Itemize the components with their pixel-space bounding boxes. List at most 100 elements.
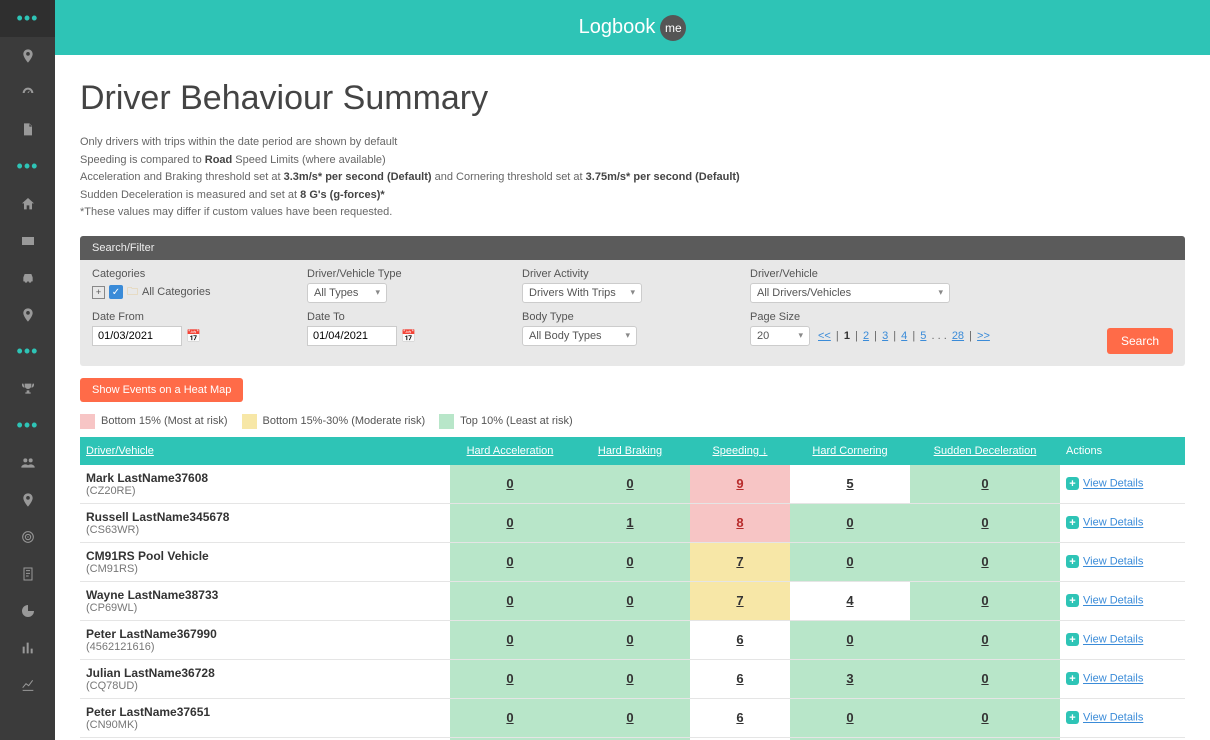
brake-cell[interactable]: 0 xyxy=(570,698,690,737)
plus-icon[interactable]: + xyxy=(1066,711,1079,724)
decel-cell[interactable]: 0 xyxy=(910,581,1060,620)
brake-cell[interactable]: 0 xyxy=(570,581,690,620)
brake-cell[interactable]: 0 xyxy=(570,465,690,504)
col-speed[interactable]: Speeding ↓ xyxy=(712,445,767,457)
accel-cell[interactable]: 0 xyxy=(450,659,570,698)
speed-cell[interactable]: 8 xyxy=(690,503,790,542)
calendar-icon[interactable]: 📅 xyxy=(186,329,201,343)
plus-icon[interactable]: + xyxy=(1066,555,1079,568)
page-3[interactable]: 3 xyxy=(882,330,888,342)
brake-cell[interactable]: 0 xyxy=(570,542,690,581)
sidebar-item-location[interactable] xyxy=(0,37,55,74)
sidebar-item-dashboard[interactable] xyxy=(0,74,55,111)
speed-cell[interactable]: 6 xyxy=(690,659,790,698)
decel-cell[interactable]: 0 xyxy=(910,698,1060,737)
speed-cell[interactable]: 6 xyxy=(690,620,790,659)
corner-cell[interactable]: 5 xyxy=(790,465,910,504)
page-2[interactable]: 2 xyxy=(863,330,869,342)
brake-cell[interactable]: 1 xyxy=(570,503,690,542)
view-details-link[interactable]: View Details xyxy=(1083,712,1143,724)
sidebar-item-more2[interactable]: ••• xyxy=(0,333,55,370)
speed-cell[interactable]: 9 xyxy=(690,465,790,504)
sidebar-item-target[interactable] xyxy=(0,518,55,555)
sidebar-item-vehicle[interactable] xyxy=(0,259,55,296)
col-decel[interactable]: Sudden Deceleration xyxy=(934,445,1037,457)
sidebar-item-pin2[interactable] xyxy=(0,296,55,333)
sidebar-item-users[interactable] xyxy=(0,444,55,481)
speed-cell[interactable]: 7 xyxy=(690,581,790,620)
page-4[interactable]: 4 xyxy=(901,330,907,342)
page-size-select[interactable]: 20 xyxy=(750,326,810,346)
brake-cell[interactable]: 0 xyxy=(570,659,690,698)
view-details-link[interactable]: View Details xyxy=(1083,478,1143,490)
view-details-link[interactable]: View Details xyxy=(1083,595,1143,607)
plus-icon[interactable]: + xyxy=(1066,672,1079,685)
decel-cell[interactable]: 0 xyxy=(910,465,1060,504)
date-to-input[interactable] xyxy=(307,326,397,346)
sidebar-item-home[interactable] xyxy=(0,185,55,222)
corner-cell[interactable]: 0 xyxy=(790,698,910,737)
corner-cell[interactable]: 0 xyxy=(790,542,910,581)
page-first[interactable]: << xyxy=(818,330,831,342)
sidebar-item-pie[interactable] xyxy=(0,592,55,629)
categories-selector[interactable]: + ✓ 🗀 All Categories xyxy=(92,283,307,302)
sidebar-item-trend[interactable] xyxy=(0,666,55,703)
corner-cell[interactable]: 0 xyxy=(790,503,910,542)
sidebar-item-report[interactable] xyxy=(0,555,55,592)
sidebar-item-more3[interactable]: ••• xyxy=(0,407,55,444)
view-details-link[interactable]: View Details xyxy=(1083,673,1143,685)
page-last[interactable]: >> xyxy=(977,330,990,342)
sidebar-item-menu[interactable]: ••• xyxy=(0,0,55,37)
calendar-icon[interactable]: 📅 xyxy=(401,329,416,343)
plus-icon[interactable]: + xyxy=(1066,594,1079,607)
topbar: Logbook me xyxy=(55,0,1210,55)
accel-cell[interactable]: 0 xyxy=(450,698,570,737)
accel-cell[interactable]: 0 xyxy=(450,465,570,504)
search-button[interactable]: Search xyxy=(1107,328,1173,354)
accel-cell[interactable]: 0 xyxy=(450,503,570,542)
body-type-select[interactable]: All Body Types xyxy=(522,326,637,346)
heatmap-button[interactable]: Show Events on a Heat Map xyxy=(80,378,243,402)
page-5[interactable]: 5 xyxy=(920,330,926,342)
decel-cell[interactable]: 0 xyxy=(910,659,1060,698)
col-actions: Actions xyxy=(1060,437,1185,465)
sidebar-item-trophy[interactable] xyxy=(0,370,55,407)
activity-select[interactable]: Drivers With Trips xyxy=(522,283,642,303)
corner-cell[interactable]: 3 xyxy=(790,659,910,698)
sidebar-item-pin3[interactable] xyxy=(0,481,55,518)
col-driver[interactable]: Driver/Vehicle xyxy=(86,445,154,457)
driver-vehicle-select[interactable]: All Drivers/Vehicles xyxy=(750,283,950,303)
view-details-link[interactable]: View Details xyxy=(1083,517,1143,529)
page-1[interactable]: 1 xyxy=(844,330,850,342)
page-last-num[interactable]: 28 xyxy=(952,330,964,342)
actions-cell: + View Details xyxy=(1060,542,1185,581)
speed-cell[interactable]: 6 xyxy=(690,698,790,737)
sidebar-item-more1[interactable]: ••• xyxy=(0,148,55,185)
speed-cell[interactable]: 7 xyxy=(690,542,790,581)
decel-cell[interactable]: 0 xyxy=(910,542,1060,581)
corner-cell[interactable]: 0 xyxy=(790,620,910,659)
col-brake[interactable]: Hard Braking xyxy=(598,445,662,457)
sidebar-item-documents[interactable] xyxy=(0,111,55,148)
accel-cell[interactable]: 0 xyxy=(450,581,570,620)
driver-type-select[interactable]: All Types xyxy=(307,283,387,303)
accel-cell[interactable]: 0 xyxy=(450,542,570,581)
actions-cell: + View Details xyxy=(1060,698,1185,737)
accel-cell[interactable]: 0 xyxy=(450,620,570,659)
plus-icon[interactable]: + xyxy=(1066,477,1079,490)
sidebar-item-bars[interactable] xyxy=(0,629,55,666)
expand-icon[interactable]: + xyxy=(92,286,105,299)
checkbox-icon[interactable]: ✓ xyxy=(109,285,123,299)
col-corner[interactable]: Hard Cornering xyxy=(812,445,887,457)
sidebar-item-card[interactable] xyxy=(0,222,55,259)
brake-cell[interactable]: 0 xyxy=(570,620,690,659)
view-details-link[interactable]: View Details xyxy=(1083,634,1143,646)
plus-icon[interactable]: + xyxy=(1066,516,1079,529)
corner-cell[interactable]: 4 xyxy=(790,581,910,620)
decel-cell[interactable]: 0 xyxy=(910,503,1060,542)
view-details-link[interactable]: View Details xyxy=(1083,556,1143,568)
col-accel[interactable]: Hard Acceleration xyxy=(467,445,554,457)
date-from-input[interactable] xyxy=(92,326,182,346)
plus-icon[interactable]: + xyxy=(1066,633,1079,646)
decel-cell[interactable]: 0 xyxy=(910,620,1060,659)
